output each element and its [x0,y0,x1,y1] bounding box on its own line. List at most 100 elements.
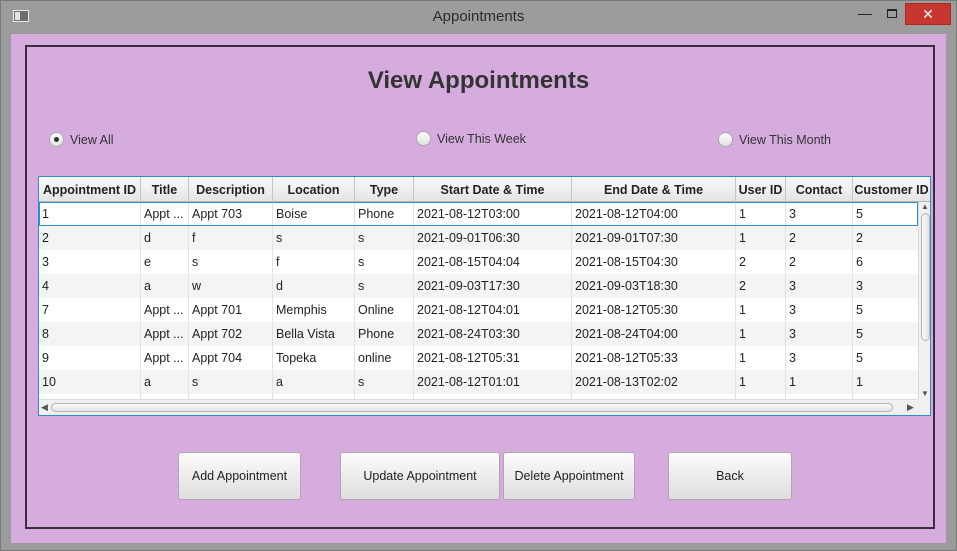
table-cell: 2 [786,226,853,250]
table-cell: 2021-08-12T04:01 [414,298,572,322]
table-cell: 2021-09-01T06:30 [414,226,572,250]
minimize-button[interactable]: — [851,3,879,25]
add-appointment-button[interactable]: Add Appointment [178,452,301,500]
table-cell: Appt 704 [189,346,273,370]
table-row[interactable]: 4 a w d s 2021-09-03T17:30 2021-09-03T18:30 2 3 3 [39,274,918,298]
table-cell: 2021-09-03T17:30 [414,274,572,298]
table-cell: f [189,226,273,250]
radio-view-this-month[interactable]: View This Month [718,132,831,147]
table-cell: 3 [786,346,853,370]
table-cell: 2021-08-24T04:00 [572,322,736,346]
table-cell: Boise [273,202,355,226]
vertical-scrollbar[interactable]: ▲ ▼ [918,202,930,399]
column-header[interactable]: User ID [736,177,786,202]
column-header[interactable]: Contact [786,177,853,202]
table-cell: 2021-08-12T04:00 [572,202,736,226]
maximize-button[interactable] [881,3,903,25]
table-row[interactable]: 9 Appt ... Appt 704 Topeka online 2021-08-12T… [39,346,918,370]
column-header[interactable]: Description [189,177,273,202]
table-cell: Appt ... [141,322,189,346]
table-cell: 2021-08-24T03:30 [414,322,572,346]
table-cell: d [141,226,189,250]
table-cell: 3 [786,298,853,322]
client-area: View Appointments View All View This Wee… [11,34,946,543]
table-row[interactable]: 8 Appt ... Appt 702 Bella Vista Phone 2021-08… [39,322,918,346]
table-cell: 2021-09-03T18:30 [572,274,736,298]
radio-dot-view-all[interactable] [49,132,64,147]
table-cell: Bella Vista [273,322,355,346]
table-cell: 2021-08-12T05:30 [572,298,736,322]
vertical-scroll-thumb[interactable] [921,213,930,341]
table-cell: 7 [39,298,141,322]
scroll-down-icon[interactable]: ▼ [919,389,930,399]
table-cell: w [189,274,273,298]
scroll-left-icon[interactable]: ◀ [41,402,48,413]
table-cell: 1 [736,226,786,250]
table-cell: 5 [853,202,918,226]
table-cell: 2021-08-13T02:02 [572,370,736,394]
table-cell: s [273,226,355,250]
table-cell: s [355,250,414,274]
column-header[interactable]: Title [141,177,189,202]
table-row[interactable]: 3 e s f s 2021-08-15T04:04 2021-08-15T04:30 2 2 6 [39,250,918,274]
column-header[interactable]: Start Date & Time [414,177,572,202]
table-cell: a [141,370,189,394]
appointments-table[interactable]: Appointment ID Title Description Location Ty… [38,176,931,416]
table-cell: 4 [39,274,141,298]
table-cell: s [355,370,414,394]
table-cell: 2 [736,250,786,274]
table-cell: 5 [853,322,918,346]
window-title: Appointments [432,8,525,25]
table-cell: Appt 701 [189,298,273,322]
table-cell: Appt ... [141,298,189,322]
table-cell: 2021-08-15T04:30 [572,250,736,274]
table-row[interactable]: 1 Appt ... Appt 703 Boise Phone 2021-08-12T03… [39,202,918,226]
table-cell: Phone [355,202,414,226]
radio-view-all[interactable]: View All [49,132,114,147]
radio-label-view-this-week: View This Week [437,131,526,146]
column-header[interactable]: Customer ID [853,177,930,202]
table-body[interactable]: 1 Appt ... Appt 703 Boise Phone 2021-08-12T03… [39,202,918,399]
table-row[interactable]: 7 Appt ... Appt 701 Memphis Online 2021-08-12… [39,298,918,322]
table-cell: 5 [853,346,918,370]
column-header[interactable]: Appointment ID [39,177,141,202]
table-cell: Phone [355,322,414,346]
back-button[interactable]: Back [668,452,792,500]
table-row[interactable]: 10 a s a s 2021-08-12T01:01 2021-08-13T02:02 1 1… [39,370,918,394]
table-cell: f [273,250,355,274]
column-header[interactable]: Type [355,177,414,202]
table-cell: 1 [736,322,786,346]
table-cell: 2 [786,250,853,274]
table-cell: 3 [786,274,853,298]
scroll-up-icon[interactable]: ▲ [919,202,930,212]
close-button[interactable]: ✕ [905,3,951,25]
table-header: Appointment ID Title Description Location Ty… [39,177,930,202]
table-cell: Appt 703 [189,202,273,226]
table-cell: 8 [39,322,141,346]
table-cell: 2021-09-01T07:30 [572,226,736,250]
column-header[interactable]: Location [273,177,355,202]
table-cell: 3 [853,274,918,298]
maximize-icon [887,9,897,18]
radio-dot-view-this-month[interactable] [718,132,733,147]
page-title: View Appointments [367,67,590,94]
table-cell: 2021-08-12T05:33 [572,346,736,370]
table-cell: 1 [853,370,918,394]
table-cell: 2021-08-15T04:04 [414,250,572,274]
scroll-right-icon[interactable]: ▶ [907,402,914,413]
update-appointment-button[interactable]: Update Appointment [340,452,500,500]
horizontal-scroll-thumb[interactable] [51,403,893,412]
delete-appointment-button[interactable]: Delete Appointment [503,452,635,500]
table-cell: Topeka [273,346,355,370]
title-bar[interactable]: Appointments — ✕ [1,1,956,32]
table-cell: s [355,226,414,250]
radio-dot-view-this-week[interactable] [416,131,431,146]
table-cell: 1 [736,370,786,394]
horizontal-scrollbar[interactable]: ◀ ▶ [39,399,918,415]
table-cell: 3 [39,250,141,274]
table-row[interactable]: 2 d f s s 2021-09-01T06:30 2021-09-01T07:30 1 2 2 [39,226,918,250]
radio-label-view-all: View All [70,132,114,147]
table-cell: 2 [736,274,786,298]
radio-view-this-week[interactable]: View This Week [416,131,526,146]
column-header[interactable]: End Date & Time [572,177,736,202]
